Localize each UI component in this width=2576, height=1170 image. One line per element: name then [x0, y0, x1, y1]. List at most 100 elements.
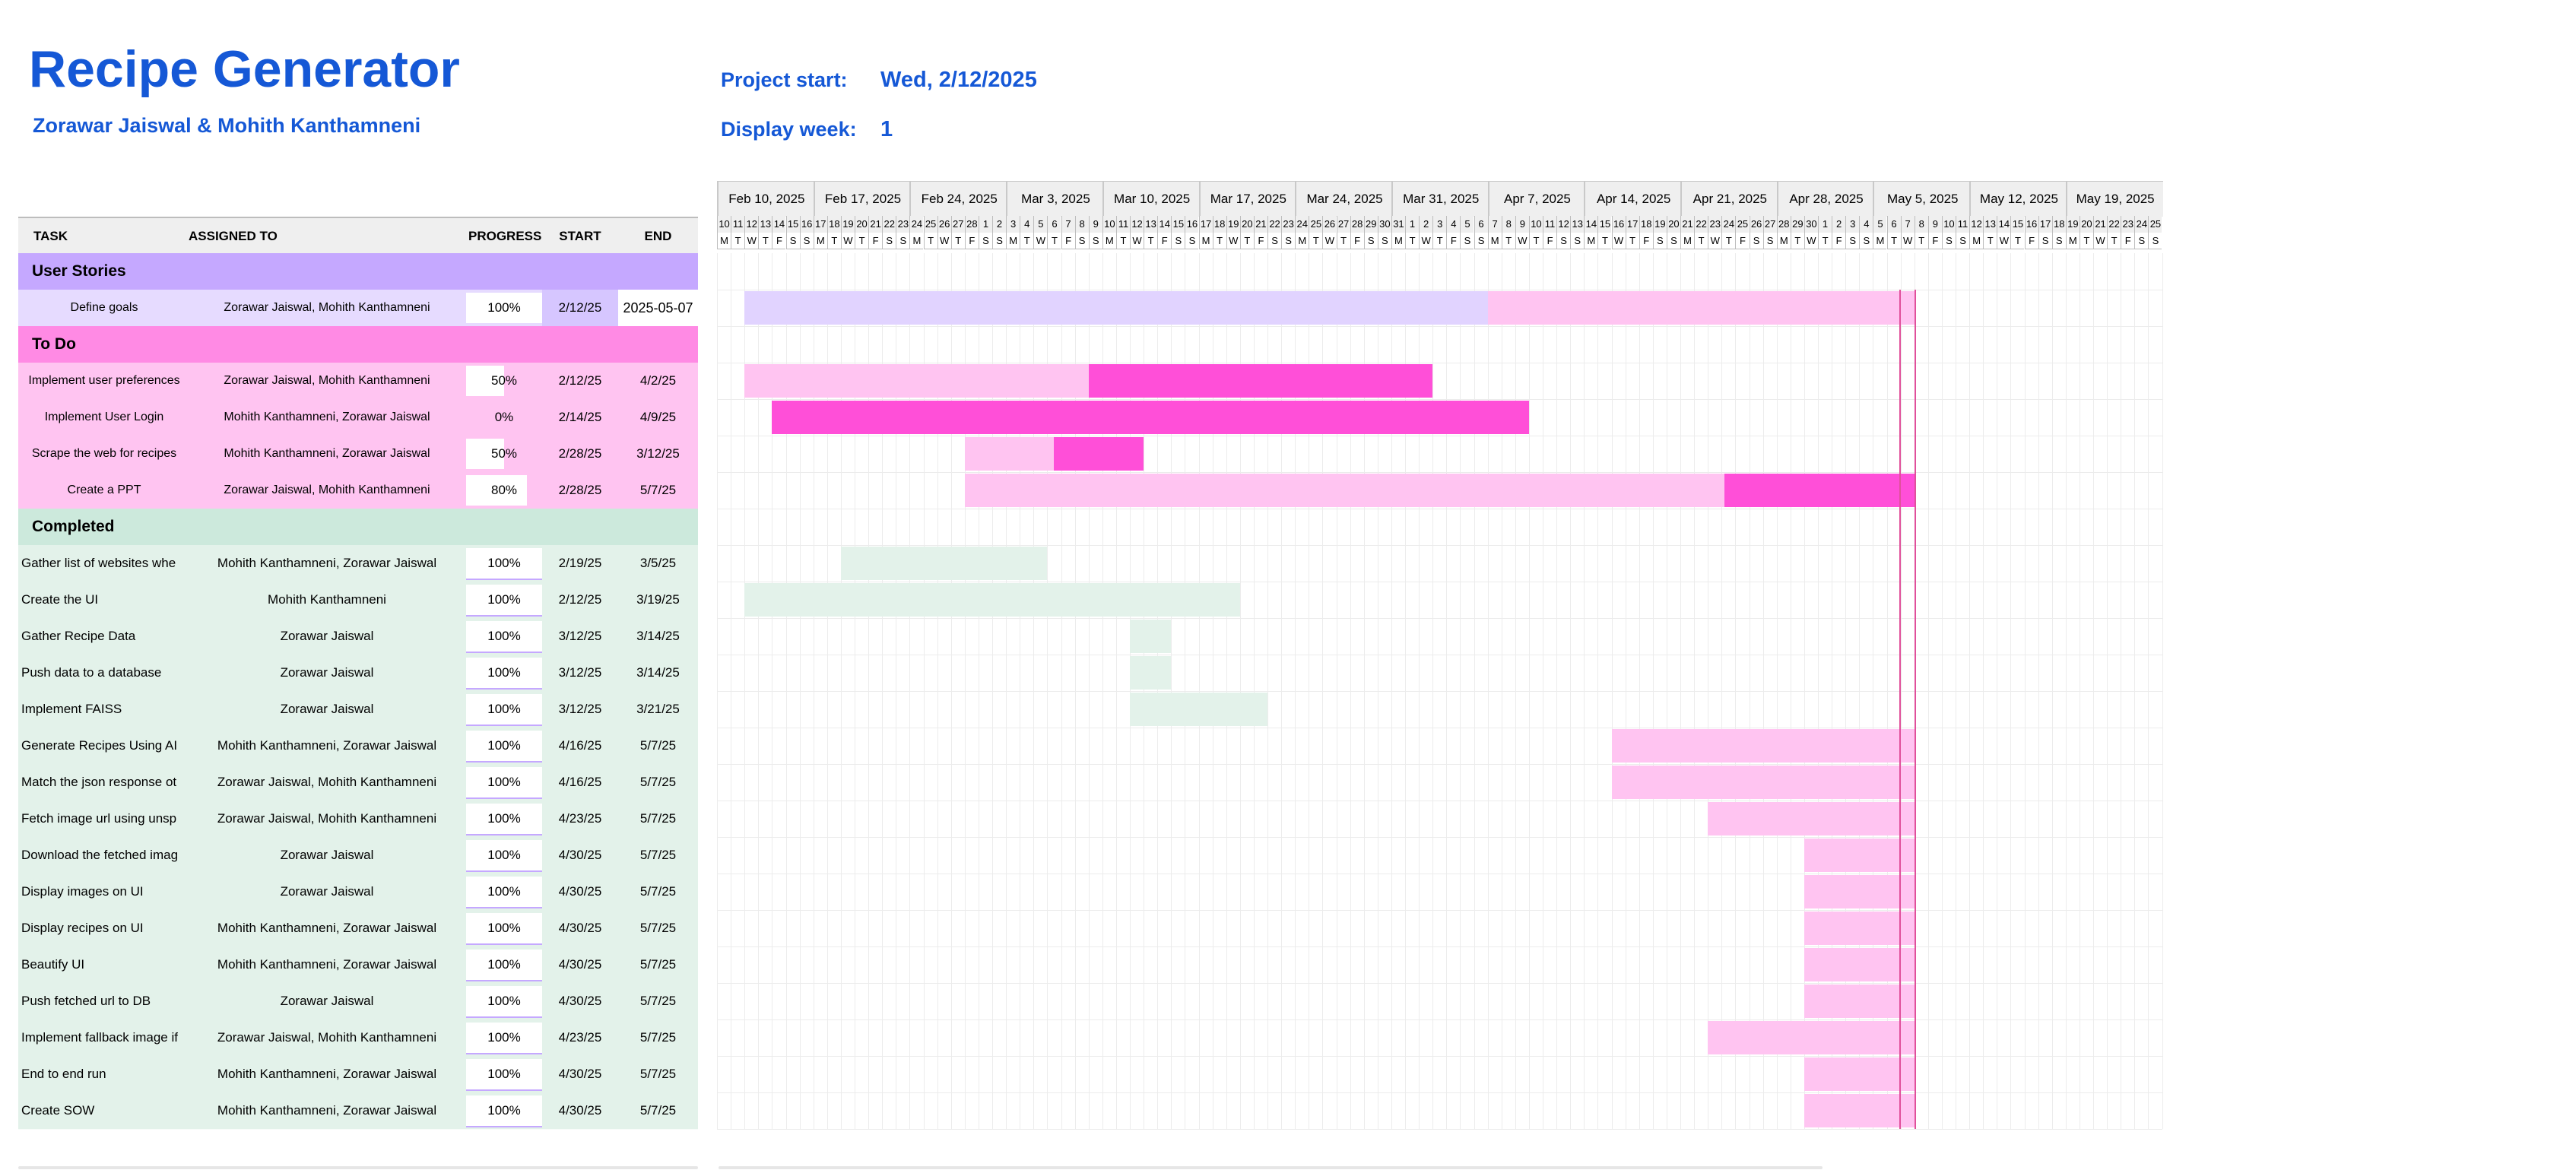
task-row[interactable]: Create a PPT Zorawar Jaiswal, Mohith Kant… — [18, 472, 698, 509]
start-date-cell[interactable]: 2/28/25 — [542, 436, 618, 472]
gantt-bar[interactable] — [1804, 948, 1915, 981]
gantt-bar[interactable] — [1611, 729, 1915, 763]
start-date-cell[interactable]: 2/12/25 — [542, 582, 618, 618]
task-name-cell[interactable]: Implement fallback image if — [21, 1019, 187, 1056]
task-name-cell[interactable]: Create the UI — [21, 582, 187, 618]
progress-bar[interactable]: 100% — [466, 694, 542, 726]
end-date-cell[interactable]: 3/14/25 — [618, 655, 698, 691]
gantt-bar-remaining[interactable] — [1724, 474, 1915, 507]
assigned-to-cell[interactable]: Zorawar Jaiswal, Mohith Kanthamneni — [190, 472, 464, 509]
gantt-bar[interactable] — [1130, 693, 1267, 726]
end-date-cell[interactable]: 3/21/25 — [618, 691, 698, 728]
start-date-cell[interactable]: 2/12/25 — [542, 290, 618, 326]
end-date-cell[interactable]: 3/14/25 — [618, 618, 698, 655]
assigned-to-cell[interactable]: Zorawar Jaiswal — [190, 837, 464, 874]
progress-bar[interactable]: 100% — [466, 731, 542, 763]
task-name-cell[interactable]: End to end run — [21, 1056, 187, 1092]
task-row[interactable]: Beautify UI Mohith Kanthamneni, Zorawar J… — [18, 946, 698, 984]
start-date-cell[interactable]: 3/12/25 — [542, 655, 618, 691]
gantt-bar[interactable] — [1804, 1094, 1915, 1127]
end-date-cell[interactable]: 2025-05-07 — [618, 290, 698, 326]
progress-bar[interactable]: 100% — [466, 767, 542, 799]
gantt-bar[interactable] — [744, 583, 1240, 617]
start-date-cell[interactable]: 4/16/25 — [542, 764, 618, 801]
progress-bar[interactable]: 100% — [466, 1059, 542, 1091]
end-date-cell[interactable]: 5/7/25 — [618, 1092, 698, 1129]
progress-bar[interactable]: 100% — [466, 658, 542, 690]
start-date-cell[interactable]: 4/30/25 — [542, 1056, 618, 1092]
end-date-cell[interactable]: 5/7/25 — [618, 910, 698, 946]
progress-bar[interactable]: 100% — [466, 986, 542, 1018]
task-name-cell[interactable]: Push data to a database — [21, 655, 187, 691]
progress-bar[interactable]: 0% — [466, 402, 542, 433]
end-date-cell[interactable]: 5/7/25 — [618, 1019, 698, 1056]
task-row[interactable]: Implement User Login Mohith Kanthamneni, … — [18, 399, 698, 436]
task-name-cell[interactable]: Download the fetched imag — [21, 837, 187, 874]
start-date-cell[interactable]: 3/12/25 — [542, 691, 618, 728]
task-row[interactable]: Display recipes on UI Mohith Kanthamneni,… — [18, 910, 698, 947]
assigned-to-cell[interactable]: Zorawar Jaiswal — [190, 655, 464, 691]
assigned-to-cell[interactable]: Zorawar Jaiswal, Mohith Kanthamneni — [190, 764, 464, 801]
start-date-cell[interactable]: 4/30/25 — [542, 837, 618, 874]
gantt-bar[interactable] — [1804, 839, 1915, 872]
start-date-cell[interactable]: 4/23/25 — [542, 1019, 618, 1056]
task-name-cell[interactable]: Implement user preferences — [21, 363, 187, 399]
gantt-bar[interactable] — [744, 291, 1488, 325]
gantt-bar[interactable] — [1804, 875, 1915, 908]
table-scrollbar[interactable] — [18, 1166, 698, 1169]
assigned-to-cell[interactable]: Zorawar Jaiswal — [190, 691, 464, 728]
task-row[interactable]: Gather list of websites whe Mohith Kantha… — [18, 545, 698, 582]
assigned-to-cell[interactable]: Zorawar Jaiswal — [190, 983, 464, 1019]
task-name-cell[interactable]: Fetch image url using unsp — [21, 801, 187, 837]
task-row[interactable]: Fetch image url using unsp Zorawar Jaiswa… — [18, 801, 698, 838]
progress-bar[interactable]: 100% — [466, 621, 542, 653]
task-name-cell[interactable]: Scrape the web for recipes — [21, 436, 187, 472]
start-date-cell[interactable]: 3/12/25 — [542, 618, 618, 655]
assigned-to-cell[interactable]: Mohith Kanthamneni — [190, 582, 464, 618]
task-name-cell[interactable]: Display recipes on UI — [21, 910, 187, 946]
progress-bar[interactable]: 50% — [466, 439, 542, 469]
assigned-to-cell[interactable]: Mohith Kanthamneni, Zorawar Jaiswal — [190, 399, 464, 436]
task-row[interactable]: Implement user preferences Zorawar Jaiswa… — [18, 363, 698, 400]
end-date-cell[interactable]: 4/2/25 — [618, 363, 698, 399]
end-date-cell[interactable]: 5/7/25 — [618, 983, 698, 1019]
progress-bar[interactable]: 100% — [466, 1023, 542, 1054]
gantt-bar[interactable] — [1804, 1057, 1915, 1091]
assigned-to-cell[interactable]: Mohith Kanthamneni, Zorawar Jaiswal — [190, 436, 464, 472]
gantt-bar[interactable] — [1130, 620, 1172, 653]
assigned-to-cell[interactable]: Zorawar Jaiswal, Mohith Kanthamneni — [190, 1019, 464, 1056]
task-row[interactable]: Create SOW Mohith Kanthamneni, Zorawar Ja… — [18, 1092, 698, 1130]
task-name-cell[interactable]: Implement FAISS — [21, 691, 187, 728]
end-date-cell[interactable]: 5/7/25 — [618, 728, 698, 764]
end-date-cell[interactable]: 5/7/25 — [618, 472, 698, 509]
task-row[interactable]: Download the fetched imag Zorawar Jaiswal… — [18, 837, 698, 874]
task-row[interactable]: Generate Recipes Using AI Mohith Kanthamn… — [18, 728, 698, 765]
start-date-cell[interactable]: 2/12/25 — [542, 363, 618, 399]
task-row[interactable]: Display images on UI Zorawar Jaiswal 100% 4… — [18, 874, 698, 911]
end-date-cell[interactable]: 5/7/25 — [618, 764, 698, 801]
progress-bar[interactable]: 50% — [466, 366, 542, 396]
progress-bar[interactable]: 100% — [466, 585, 542, 617]
progress-bar[interactable]: 80% — [466, 475, 542, 506]
assigned-to-cell[interactable]: Zorawar Jaiswal, Mohith Kanthamneni — [190, 290, 464, 326]
task-row[interactable]: Scrape the web for recipes Mohith Kantham… — [18, 436, 698, 473]
task-name-cell[interactable]: Display images on UI — [21, 874, 187, 910]
task-name-cell[interactable]: Match the json response ot — [21, 764, 187, 801]
gantt-bar-segment[interactable] — [1487, 291, 1915, 325]
start-date-cell[interactable]: 4/30/25 — [542, 946, 618, 983]
start-date-cell[interactable]: 4/30/25 — [542, 983, 618, 1019]
task-name-cell[interactable]: Generate Recipes Using AI — [21, 728, 187, 764]
assigned-to-cell[interactable]: Zorawar Jaiswal — [190, 618, 464, 655]
task-name-cell[interactable]: Gather list of websites whe — [21, 545, 187, 582]
task-row[interactable]: End to end run Mohith Kanthamneni, Zorawa… — [18, 1056, 698, 1093]
progress-bar[interactable]: 100% — [466, 950, 542, 981]
task-row[interactable]: Push data to a database Zorawar Jaiswal 10… — [18, 655, 698, 692]
assigned-to-cell[interactable]: Mohith Kanthamneni, Zorawar Jaiswal — [190, 545, 464, 582]
gantt-bar-progress[interactable] — [744, 364, 1089, 398]
gantt-bar-progress[interactable] — [964, 437, 1055, 471]
progress-bar[interactable]: 100% — [466, 1095, 542, 1127]
start-date-cell[interactable]: 4/30/25 — [542, 910, 618, 946]
assigned-to-cell[interactable]: Zorawar Jaiswal, Mohith Kanthamneni — [190, 801, 464, 837]
assigned-to-cell[interactable]: Mohith Kanthamneni, Zorawar Jaiswal — [190, 728, 464, 764]
start-date-cell[interactable]: 4/30/25 — [542, 1092, 618, 1129]
